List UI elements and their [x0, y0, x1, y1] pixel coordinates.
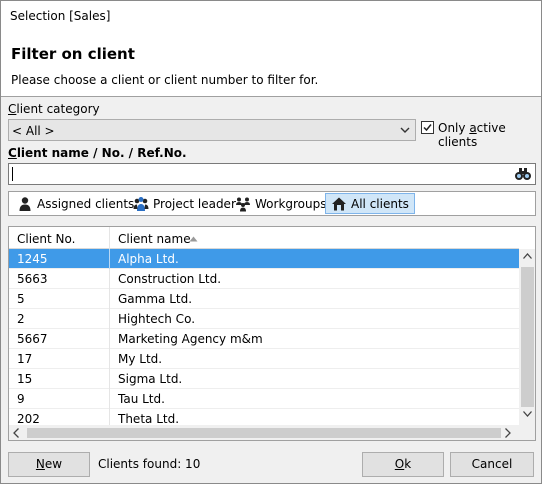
dialog-header: Filter on client Please choose a client … [1, 31, 541, 97]
tab-label: All clients [351, 196, 409, 211]
client-category-dropdown[interactable]: < All > [8, 119, 416, 141]
scroll-up-icon[interactable] [523, 253, 532, 259]
column-header-client-name[interactable]: Client name [118, 232, 191, 246]
scrollbar-corner [519, 425, 535, 440]
tab-project-leader[interactable]: Project leader [128, 193, 241, 214]
tab-workgroups[interactable]: Workgroups [230, 193, 332, 214]
table-row[interactable]: 2 Hightech Co. [9, 309, 519, 329]
client-name-cell: My Ltd. [118, 352, 163, 366]
client-search-label: Client name / No. / Ref.No. [8, 146, 187, 160]
client-category-value: < All > [12, 124, 55, 138]
tab-label: Assigned clients [37, 196, 135, 211]
client-name-cell: Hightech Co. [118, 312, 196, 326]
ok-button[interactable]: Ok [362, 452, 444, 477]
scroll-down-icon[interactable] [523, 411, 532, 417]
client-no-cell: 15 [17, 372, 33, 386]
people-icon [133, 196, 149, 211]
client-name-cell: Construction Ltd. [118, 272, 222, 286]
only-active-label[interactable]: Only active clients [438, 121, 541, 149]
client-no-cell: 5663 [17, 272, 48, 286]
column-divider [109, 289, 110, 309]
title-bar: Selection [Sales] [1, 1, 541, 31]
tab-all-clients[interactable]: All clients [325, 193, 415, 214]
chevron-down-icon [400, 127, 410, 133]
client-no-cell: 1245 [17, 252, 48, 266]
page-title: Filter on client [11, 45, 135, 63]
scroll-left-icon[interactable] [13, 428, 19, 438]
scroll-right-icon[interactable] [505, 428, 511, 438]
tab-label: Workgroups [255, 196, 327, 211]
client-name-cell: Sigma Ltd. [118, 372, 183, 386]
client-name-cell: Alpha Ltd. [118, 252, 179, 266]
table-row[interactable]: 1245 Alpha Ltd. [9, 249, 519, 269]
text-caret [12, 167, 13, 181]
table-row[interactable]: 15 Sigma Ltd. [9, 369, 519, 389]
table-row[interactable]: 5667 Marketing Agency m&m [9, 329, 519, 349]
tab-label: Project leader [153, 196, 236, 211]
cancel-button[interactable]: Cancel [450, 452, 534, 477]
column-divider [109, 249, 110, 269]
only-active-checkbox[interactable] [421, 121, 434, 134]
window-title: Selection [Sales] [10, 9, 111, 23]
client-name-cell: Theta Ltd. [118, 412, 180, 426]
column-divider [109, 349, 110, 369]
column-divider[interactable] [109, 227, 110, 249]
horizontal-scrollbar[interactable] [9, 425, 519, 440]
table-row[interactable]: 5663 Construction Ltd. [9, 269, 519, 289]
binoculars-icon[interactable] [514, 166, 532, 182]
client-no-cell: 202 [17, 412, 40, 426]
client-no-cell: 9 [17, 392, 25, 406]
column-header-client-no[interactable]: Client No. [17, 232, 75, 246]
client-no-cell: 2 [17, 312, 25, 326]
selection-dialog: Selection [Sales] Filter on client Pleas… [0, 0, 542, 484]
sort-ascending-icon [189, 236, 198, 242]
client-name-cell: Tau Ltd. [118, 392, 165, 406]
client-no-cell: 17 [17, 352, 33, 366]
client-name-cell: Marketing Agency m&m [118, 332, 263, 346]
column-divider [109, 309, 110, 329]
group-icon [236, 197, 250, 211]
person-icon [19, 196, 31, 211]
column-divider [109, 269, 110, 289]
client-filter-tabs: Assigned clients Project leader Workgrou… [8, 191, 536, 216]
client-search-input[interactable] [8, 163, 536, 185]
column-divider [109, 389, 110, 409]
vertical-scroll-thumb[interactable] [521, 267, 534, 407]
table-row[interactable]: 9 Tau Ltd. [9, 389, 519, 409]
tab-assigned-clients[interactable]: Assigned clients [12, 193, 139, 214]
table-row[interactable]: 17 My Ltd. [9, 349, 519, 369]
column-divider [109, 329, 110, 349]
table-body: 1245 Alpha Ltd. 5663 Construction Ltd. 5 Gamm… [9, 249, 519, 429]
client-category-label: Client category [8, 102, 100, 116]
table-header: Client No. Client name [9, 227, 519, 249]
page-description: Please choose a client or client number … [11, 73, 319, 87]
clients-found-count: Clients found: 10 [98, 457, 201, 471]
home-icon [332, 197, 346, 210]
vertical-scrollbar[interactable] [519, 249, 535, 425]
column-divider [109, 369, 110, 389]
table-row[interactable]: 5 Gamma Ltd. [9, 289, 519, 309]
new-button[interactable]: New [8, 452, 90, 477]
checkmark-icon [423, 124, 432, 132]
horizontal-scroll-thumb[interactable] [27, 428, 501, 438]
client-name-cell: Gamma Ltd. [118, 292, 193, 306]
client-table: Client No. Client name 1245 Alpha Ltd. 566… [8, 226, 536, 441]
client-no-cell: 5667 [17, 332, 48, 346]
client-no-cell: 5 [17, 292, 25, 306]
